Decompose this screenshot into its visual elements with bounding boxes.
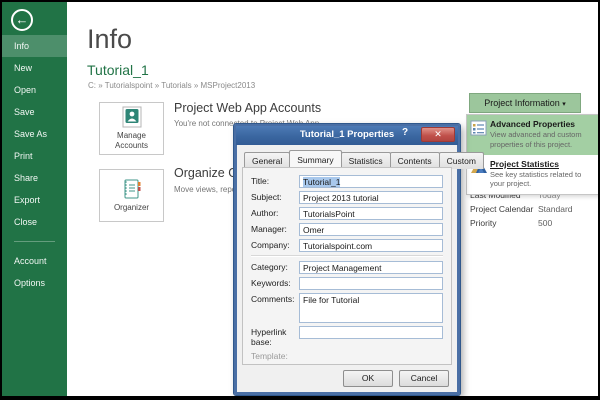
manager-label: Manager: [251,224,287,234]
sidebar-item-new[interactable]: New [2,57,67,79]
hyperlink-base-label: Hyperlink base: [251,327,287,347]
dialog-titlebar[interactable]: Tutorial_1 Properties ? ✕ [236,126,458,145]
stat-label: Project Calendar [470,204,534,214]
organizer-button[interactable]: Organizer [99,169,164,222]
sidebar-item-options[interactable]: Options [2,272,67,294]
author-label: Author: [251,208,279,218]
back-button[interactable]: ← [11,9,33,31]
hyperlink-base-field[interactable] [299,326,443,339]
advanced-properties-title: Advanced Properties [490,119,576,129]
advanced-properties-desc: View advanced and custom properties of t… [490,130,582,149]
sidebar-item-share[interactable]: Share [2,167,67,189]
project-information-label: Project Information [484,98,560,108]
properties-dialog: Tutorial_1 Properties ? ✕ General Summar… [233,123,484,396]
advanced-properties-icon [470,119,490,150]
project-statistics-desc: See key statistics related to your proje… [490,169,582,189]
user-card-icon [122,106,141,128]
category-label: Category: [251,262,288,272]
menu-item-project-statistics[interactable]: Project Statistics See key statistics re… [467,155,598,195]
cancel-button[interactable]: Cancel [399,370,449,387]
subject-field[interactable]: Project 2013 tutorial [299,191,443,204]
sidebar-divider [14,241,55,242]
project-name: Tutorial_1 [87,62,149,78]
pwa-accounts-heading: Project Web App Accounts [174,101,322,115]
chevron-down-icon: ▾ [562,101,566,108]
comments-field[interactable]: File for Tutorial [299,293,443,323]
manage-accounts-label: Manage Accounts [115,131,148,150]
manage-accounts-button[interactable]: Manage Accounts [99,102,164,155]
sidebar-item-export[interactable]: Export [2,189,67,211]
sidebar-item-account[interactable]: Account [2,250,67,272]
sidebar-item-save[interactable]: Save [2,101,67,123]
keywords-field[interactable] [299,277,443,290]
tab-summary[interactable]: Summary [289,150,342,167]
project-path: C: » Tutorialspoint » Tutorials » MSProj… [88,81,256,90]
app-window: ← Info New Open Save Save As Print Share… [0,0,600,400]
field-separator [251,255,443,257]
project-stats: Last Modified Today Project Calendar Sta… [470,190,598,232]
sidebar-item-open[interactable]: Open [2,79,67,101]
close-icon[interactable]: ✕ [421,127,455,142]
backstage-sidebar: ← Info New Open Save Save As Print Share… [2,2,67,396]
sidebar-menu: Info New Open Save Save As Print Share E… [2,35,67,294]
stat-value: Standard [538,204,573,214]
sidebar-item-info[interactable]: Info [2,35,67,57]
template-label: Template: [251,350,288,361]
stat-priority: Priority 500 [470,218,598,228]
keywords-label: Keywords: [251,278,291,288]
comments-label: Comments: [251,294,295,304]
manager-field[interactable]: Omer [299,223,443,236]
project-information-menu: Advanced Properties View advanced and cu… [466,114,598,195]
stat-value: 500 [538,218,553,228]
organizer-label: Organizer [113,203,150,212]
subject-label: Subject: [251,192,282,202]
ok-button[interactable]: OK [343,370,393,387]
menu-item-advanced-properties[interactable]: Advanced Properties View advanced and cu… [467,115,598,155]
organizer-notebook-icon [124,179,140,199]
company-label: Company: [251,240,290,250]
title-label: Title: [251,176,270,186]
sidebar-item-print[interactable]: Print [2,145,67,167]
project-information-button[interactable]: Project Information ▾ [469,93,581,113]
company-field[interactable]: Tutorialspoint.com [299,239,443,252]
page-title: Info [87,24,133,54]
help-icon[interactable]: ? [396,127,414,142]
project-statistics-title: Project Statistics [490,158,559,169]
selected-text: Tutorial_1 [303,177,341,187]
sidebar-item-save-as[interactable]: Save As [2,123,67,145]
title-field[interactable]: Tutorial_1 [299,175,443,188]
stat-label: Priority [470,218,497,228]
dialog-buttons: OK Cancel [343,370,449,387]
stat-project-calendar: Project Calendar Standard [470,204,598,214]
sidebar-item-close[interactable]: Close [2,211,67,233]
author-field[interactable]: TutorialsPoint [299,207,443,220]
summary-tab-page: Title: Tutorial_1 Subject: Project 2013 … [242,167,452,365]
category-field[interactable]: Project Management [299,261,443,274]
